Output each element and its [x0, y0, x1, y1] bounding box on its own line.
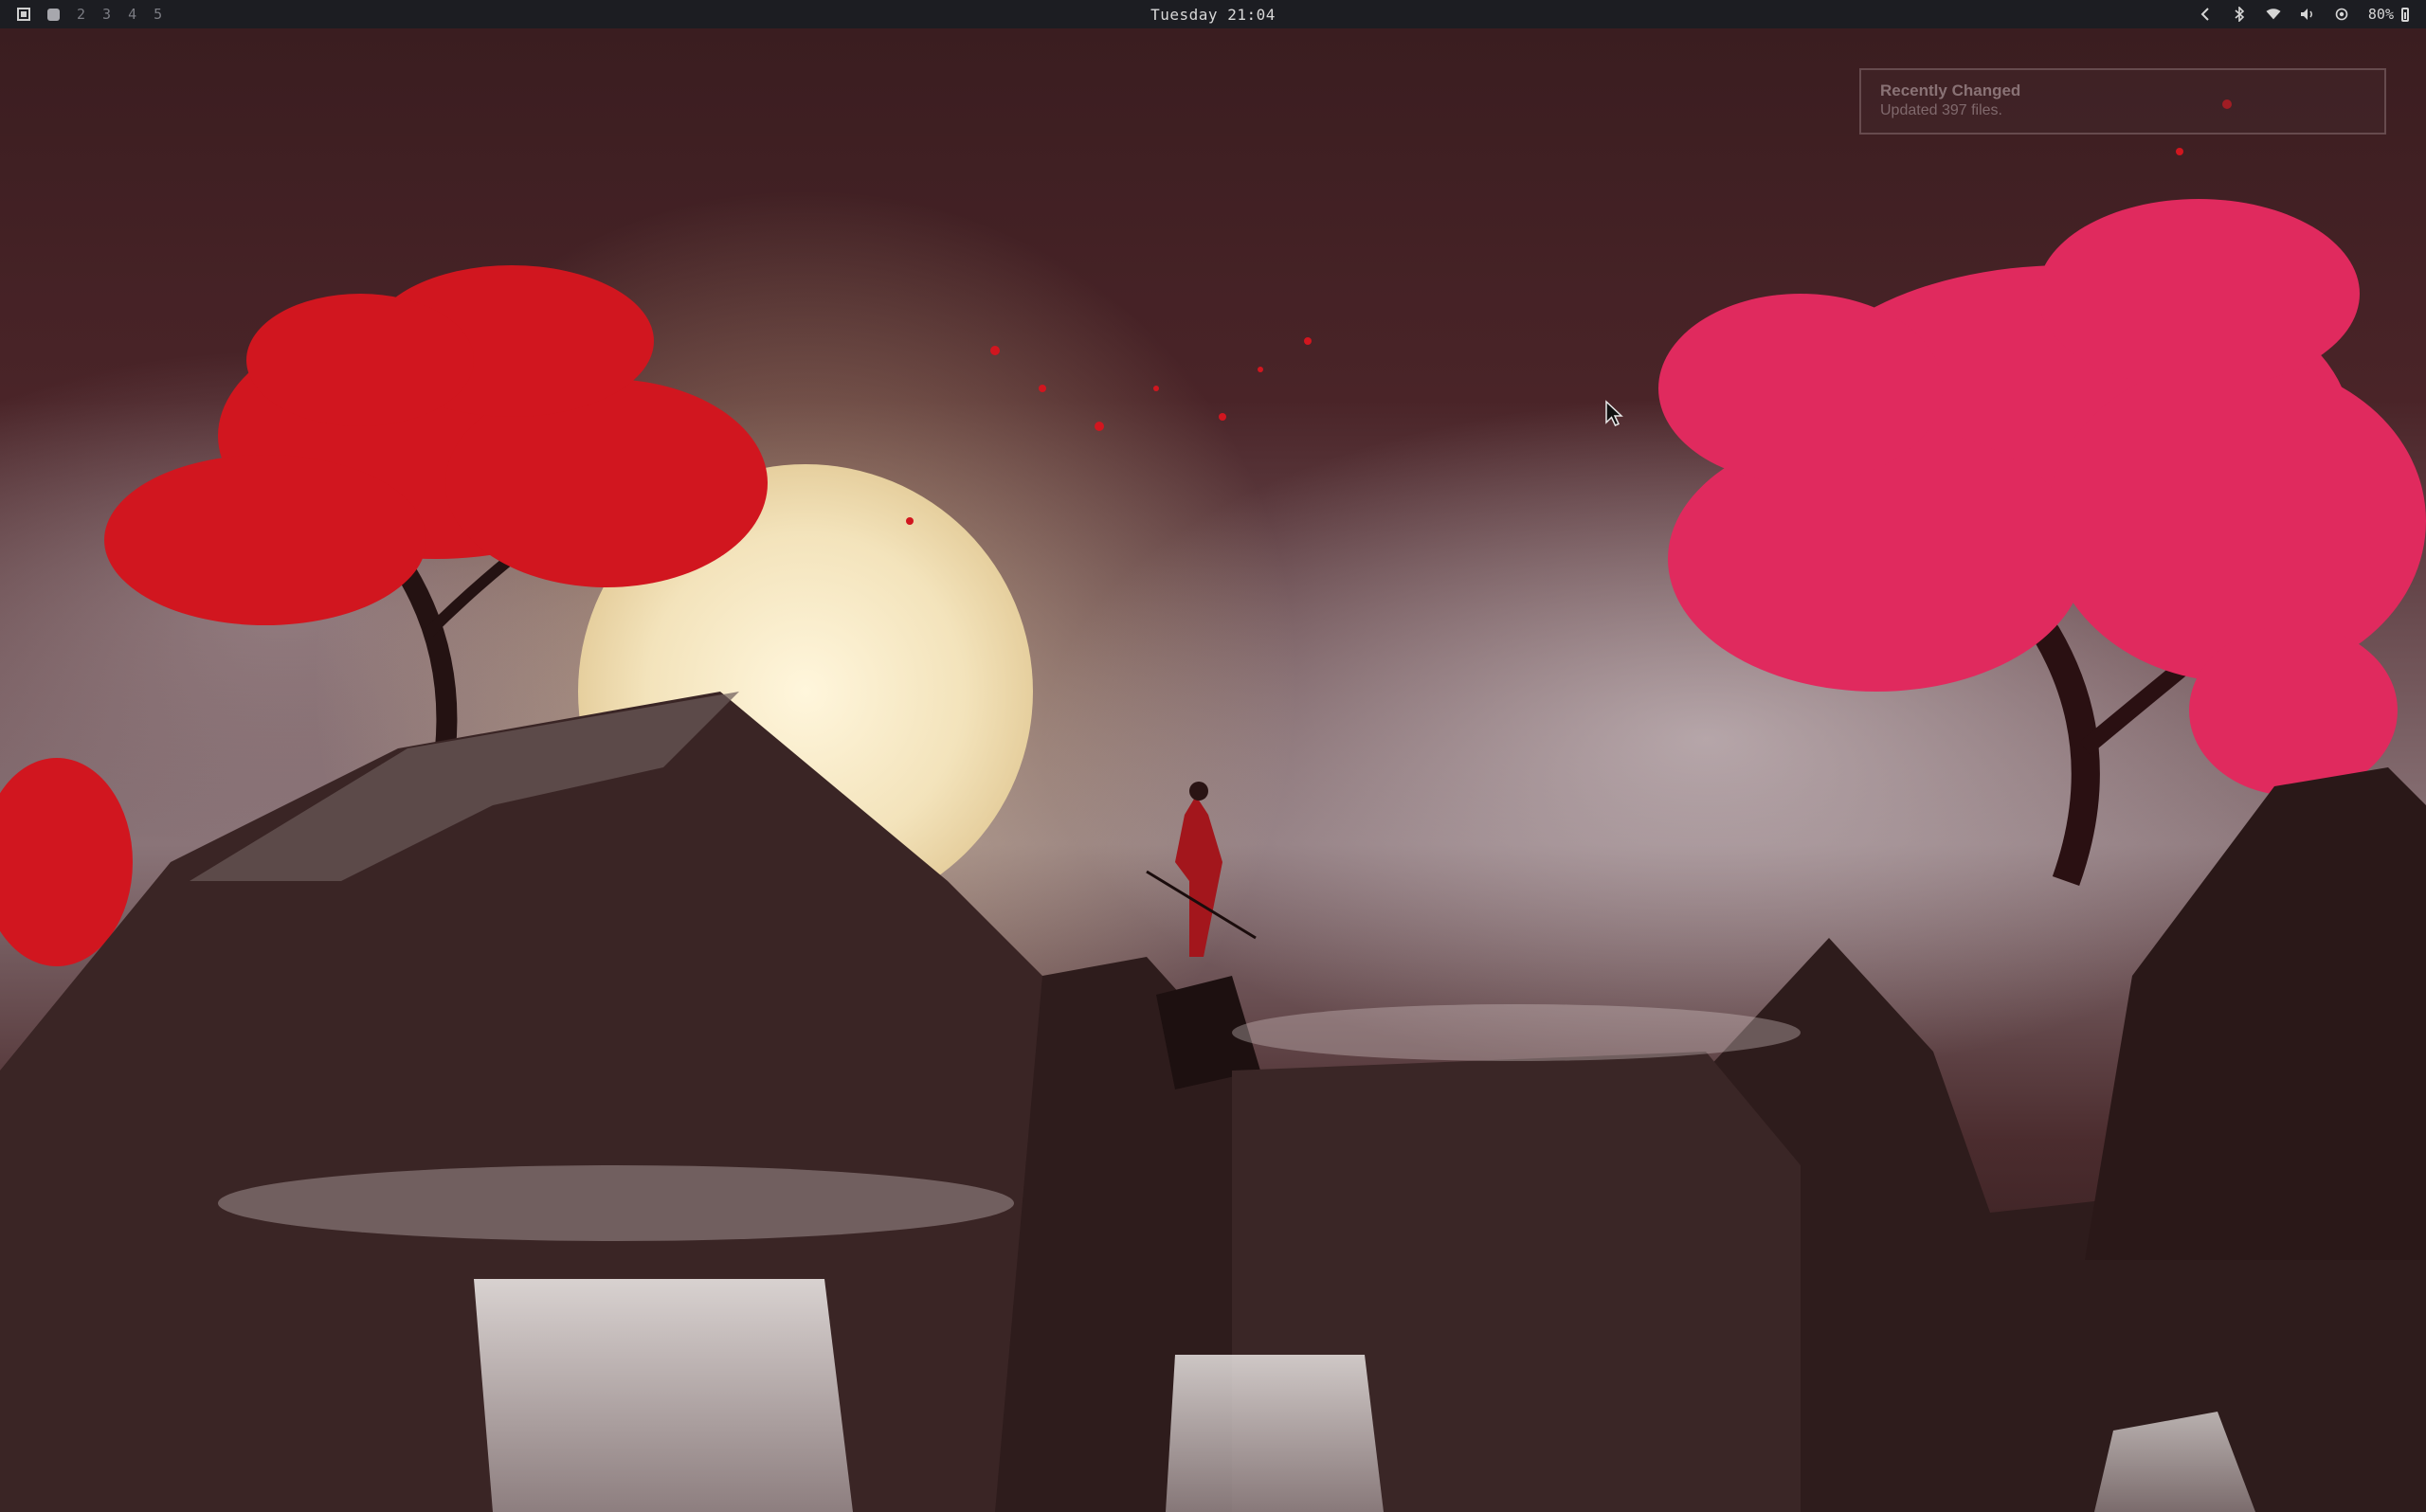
battery-icon[interactable]	[2401, 7, 2409, 22]
workspace-5[interactable]: 5	[154, 6, 162, 23]
notification-title: Recently Changed	[1880, 81, 2021, 99]
workspace-3[interactable]: 3	[102, 6, 111, 23]
bluetooth-icon[interactable]	[2232, 7, 2247, 22]
system-tray: 80%	[2198, 0, 2409, 28]
battery-percentage[interactable]: 80%	[2368, 6, 2394, 23]
mouse-cursor-icon	[1605, 400, 1623, 426]
workspace-1-active-indicator[interactable]	[47, 8, 60, 21]
workspace-4[interactable]: 4	[128, 6, 136, 23]
volume-icon[interactable]	[2300, 7, 2315, 22]
chevron-left-icon[interactable]	[2198, 7, 2213, 22]
workspace-switcher: 2 3 4 5	[17, 0, 162, 28]
wifi-icon[interactable]	[2266, 7, 2281, 22]
clock[interactable]: Tuesday 21:04	[1150, 6, 1276, 24]
desktop-wallpaper	[0, 28, 2426, 1512]
top-bar: 2 3 4 5 Tuesday 21:04 80%	[0, 0, 2426, 28]
app-launcher-icon[interactable]	[17, 8, 30, 21]
notification-body: Updated 397 files.	[1880, 102, 2002, 118]
notification-popup[interactable]: Recently Changed Updated 397 files.	[1859, 68, 2386, 135]
brightness-icon[interactable]	[2334, 7, 2349, 22]
workspace-2[interactable]: 2	[77, 6, 85, 23]
